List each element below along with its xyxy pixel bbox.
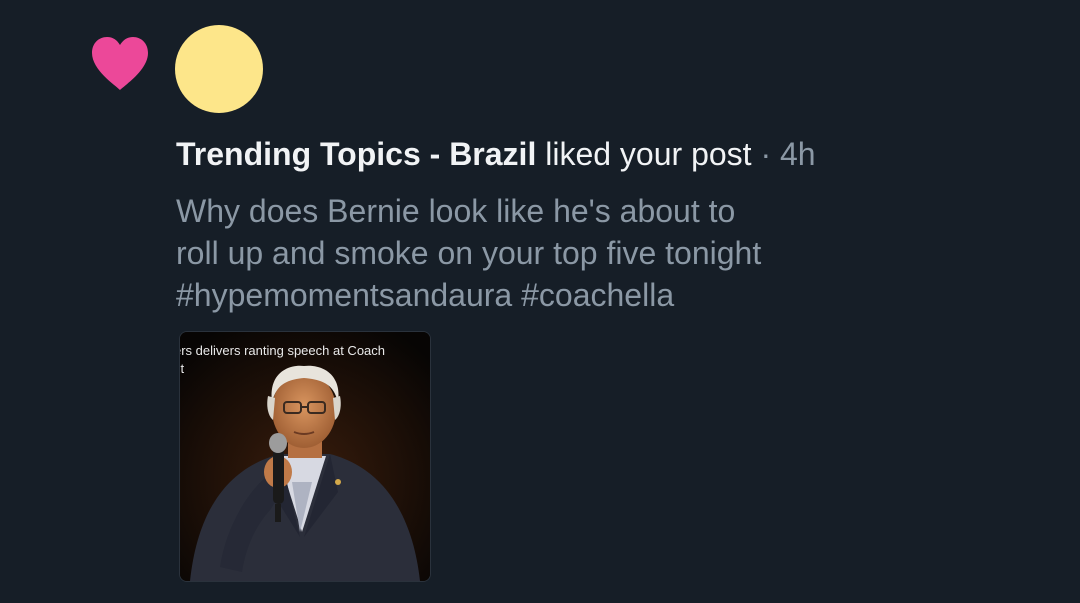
post-text-line: roll up and smoke on your top five tonig… [176,235,762,271]
post-text[interactable]: Why does Bernie look like he's about to … [176,190,936,316]
heart-icon [92,37,148,90]
timestamp: 4h [779,136,816,172]
media-caption: ers delivers ranting speech at Coach st [180,342,430,378]
media-caption-line: ers delivers ranting speech at Coach [180,343,386,358]
post-text-line: #hypemomentsandaura #coachella [176,277,675,313]
post-text-line: Why does Bernie look like he's about to [176,193,736,229]
separator: · [751,136,780,172]
avatar[interactable] [175,25,263,113]
media-caption-line: st [180,361,185,376]
actor-name[interactable]: Trending Topics - Brazil [176,136,536,172]
action-text: liked your post [536,136,752,172]
like-notification[interactable]: Trending Topics - Brazil liked your post… [0,0,1080,603]
post-media-thumbnail[interactable]: ers delivers ranting speech at Coach st [179,331,431,582]
notification-headline: Trending Topics - Brazil liked your post… [176,134,816,174]
